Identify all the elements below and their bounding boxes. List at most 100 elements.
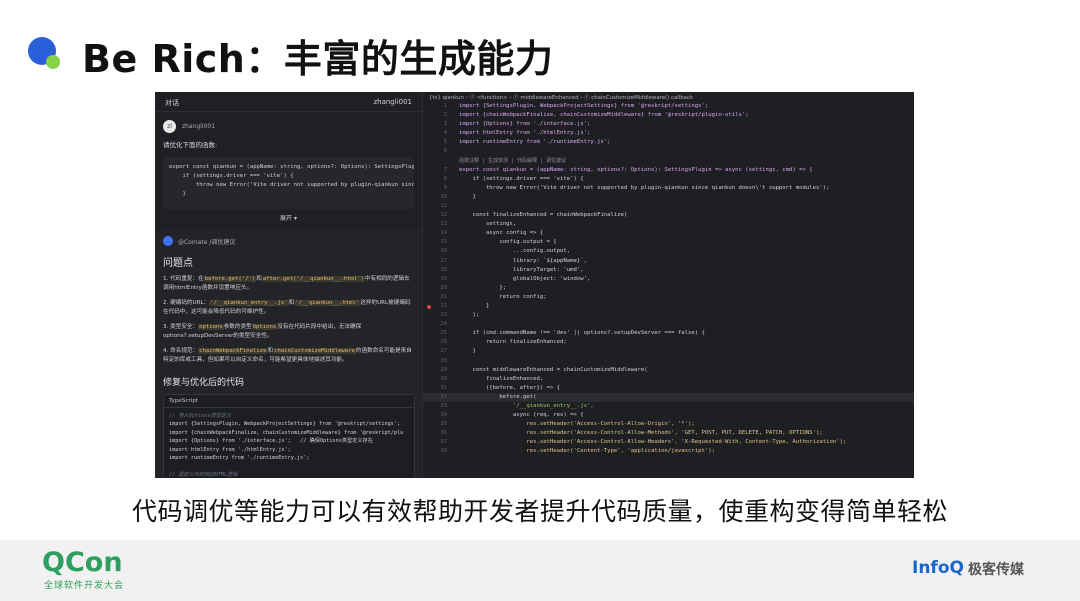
line-text: const middlewareEnhanced = chainCustomiz… xyxy=(459,366,648,373)
line-number: 36 xyxy=(440,430,447,437)
code-line[interactable]: 16 ...config.output, xyxy=(423,247,914,256)
code-line[interactable]: 9 throw new Error('Vite driver not suppo… xyxy=(423,184,914,193)
line-number: 38 xyxy=(440,448,447,455)
issue-mid: 和 xyxy=(256,276,262,282)
line-text: export const qiankun = (appName: string,… xyxy=(459,166,813,173)
code-line[interactable]: 2 import {chainWebpackFinalize, chainCust… xyxy=(423,111,914,120)
line-number: 34 xyxy=(440,412,447,419)
code-line[interactable]: 35 res.setHeader('Access-Control-Allow-O… xyxy=(423,420,914,429)
line-number: 1 xyxy=(443,103,447,109)
code-line[interactable]: 8 if (settings.driver === 'vite') { xyxy=(423,175,914,184)
slide-caption: 代码调优等能力可以有效帮助开发者提升代码质量，使重构变得简单轻松 xyxy=(131,497,948,526)
line-number: 17 xyxy=(440,257,447,264)
breadcrumb[interactable]: {ts} qiankun › ⓕ <function> › ⓕ middlewa… xyxy=(423,92,914,102)
ts-code-line: import runtimeEntry from './runtimeEntry… xyxy=(169,455,310,462)
code-line[interactable]: 26 return finalizeEnhanced; xyxy=(423,338,914,347)
ai-response-header: @Comate /调优建议 xyxy=(155,230,422,252)
line-number: 26 xyxy=(440,339,447,346)
code-editor[interactable]: {ts} qiankun › ⓕ <function> › ⓕ middlewa… xyxy=(423,92,914,478)
code-line[interactable]: 11 xyxy=(423,202,914,211)
issue-head: 代码重复：在 xyxy=(170,276,204,282)
line-text: res.setHeader('Access-Control-Allow-Orig… xyxy=(459,421,695,428)
line-number: 7 xyxy=(443,166,447,173)
issue-item: 3. 类型安全：options参数的类型Options没有在代码片段中给出，无法… xyxy=(155,323,422,347)
code-line[interactable]: 13 settings, xyxy=(423,220,914,229)
code-lines[interactable]: 1 import {SettingsPlugin, WebpackProjectS… xyxy=(423,102,914,457)
line-text: ({before, after}) => { xyxy=(459,384,561,391)
code-line[interactable]: 28 xyxy=(423,357,914,366)
line-number: 28 xyxy=(440,357,447,364)
line-text: library: `${appName}`, xyxy=(459,257,587,264)
line-number: 18 xyxy=(440,266,447,273)
ts-code: // 导入Options类型定义 import {SettingsPlugin, … xyxy=(164,408,414,478)
issue-code-2: chainCustomizeMiddleware xyxy=(273,348,356,354)
code-line[interactable]: 14 async config => { xyxy=(423,229,914,238)
code-line[interactable]: 12 const finalizeEnhanced = chainWebpack… xyxy=(423,211,914,220)
code-line[interactable]: 25 if (cmd.commandName !== 'dev' || opti… xyxy=(423,329,914,338)
chat-header-title: 对话 xyxy=(165,99,179,107)
code-line[interactable]: 23 ); xyxy=(423,311,914,320)
code-line[interactable]: 31 ({before, after}) => { xyxy=(423,384,914,393)
comate-logo-icon xyxy=(163,236,173,246)
code-line[interactable]: 1 import {SettingsPlugin, WebpackProjectS… xyxy=(423,102,914,111)
issue-item: 2. 硬编码的URL：'/__qiankun_entry__.js'和'/__q… xyxy=(155,299,422,323)
code-line[interactable]: 10 } xyxy=(423,193,914,202)
issue-code-1: options xyxy=(198,324,224,330)
infoq-cn-name: 极客传媒 xyxy=(968,562,1024,578)
code-line[interactable]: 5 import runtimeEntry from './runtimeEntr… xyxy=(423,138,914,147)
code-line[interactable]: 20 }; xyxy=(423,284,914,293)
user-name: zhangli001 xyxy=(182,123,216,130)
code-line[interactable]: 38 res.setHeader('Content-Type', 'applic… xyxy=(423,447,914,456)
line-number: 23 xyxy=(440,312,447,319)
footer: QCon 全球软件开发大会 InfoQ 极客传媒 xyxy=(0,540,1080,601)
code-line[interactable]: 6 xyxy=(423,147,914,156)
line-text: globalObject: 'window', xyxy=(459,275,591,282)
code-line[interactable]: 19 globalObject: 'window', xyxy=(423,275,914,284)
qcon-subtitle: 全球软件开发大会 xyxy=(44,581,125,591)
line-text: } xyxy=(459,193,476,200)
line-number: 25 xyxy=(440,330,447,337)
line-number: 27 xyxy=(440,348,447,355)
line-number: 16 xyxy=(440,248,447,255)
line-number: 11 xyxy=(440,202,447,209)
code-line[interactable]: 33 '/__qiankun_entry__.js', xyxy=(423,402,914,411)
code-line[interactable]: 29 const middlewareEnhanced = chainCusto… xyxy=(423,366,914,375)
line-number: 32 xyxy=(440,393,447,400)
code-line[interactable]: 37 res.setHeader('Access-Control-Allow-H… xyxy=(423,438,914,447)
line-text: res.setHeader('Access-Control-Allow-Head… xyxy=(459,439,847,446)
title-bullet-accent-icon xyxy=(46,55,60,69)
code-line[interactable]: 36 res.setHeader('Access-Control-Allow-M… xyxy=(423,429,914,438)
code-line[interactable]: 22 } xyxy=(423,302,914,311)
code-line[interactable]: 34 async (req, res) => { xyxy=(423,411,914,420)
code-lens-hint[interactable]: 函数注释 | 生成单测 | 代码解释 | 调优建议 xyxy=(423,157,914,166)
line-number: 33 xyxy=(440,403,447,409)
ts-code-line: import {Options} from './interface.js'; … xyxy=(169,438,373,445)
line-number: 20 xyxy=(440,284,447,291)
breakpoint-icon[interactable] xyxy=(427,304,431,309)
issue-code-2: after.get('/__qiankun__.html') xyxy=(261,276,365,282)
code-line[interactable]: 21 return config; xyxy=(423,293,914,302)
code-line[interactable]: 4 import htmlEntry from './htmlEntry.js'; xyxy=(423,129,914,138)
code-line[interactable]: 3 import {Options} from './interface.js'; xyxy=(423,120,914,129)
code-line[interactable]: 24 xyxy=(423,320,914,329)
line-text: ); xyxy=(459,312,480,319)
code-line[interactable]: 18 libraryTarget: 'umd', xyxy=(423,266,914,275)
line-text: async config => { xyxy=(459,230,544,237)
code-line[interactable]: 32 before.get( xyxy=(423,392,914,402)
ts-code-language: TypeScript xyxy=(164,395,414,408)
ts-code-line xyxy=(169,462,409,470)
line-number: 10 xyxy=(440,193,447,200)
expand-button[interactable]: 展开 ▾ xyxy=(155,209,422,222)
ts-code-line: import {SettingsPlugin, WebpackProjectSe… xyxy=(169,421,401,428)
line-text: } xyxy=(459,302,490,309)
code-line[interactable]: 27 } xyxy=(423,347,914,356)
chat-header-user: zhangli001 xyxy=(373,98,412,106)
line-text: config.output = { xyxy=(459,239,557,246)
issue-code-2: Options xyxy=(251,324,278,330)
code-line[interactable]: 30 finalizeEnhanced, xyxy=(423,375,914,384)
code-line[interactable]: 15 config.output = { xyxy=(423,238,914,247)
line-text: finalizeEnhanced, xyxy=(459,375,544,382)
code-line[interactable]: 17 library: `${appName}`, xyxy=(423,257,914,266)
line-number: 35 xyxy=(440,421,447,428)
code-line[interactable]: 7 export const qiankun = (appName: string… xyxy=(423,166,914,175)
